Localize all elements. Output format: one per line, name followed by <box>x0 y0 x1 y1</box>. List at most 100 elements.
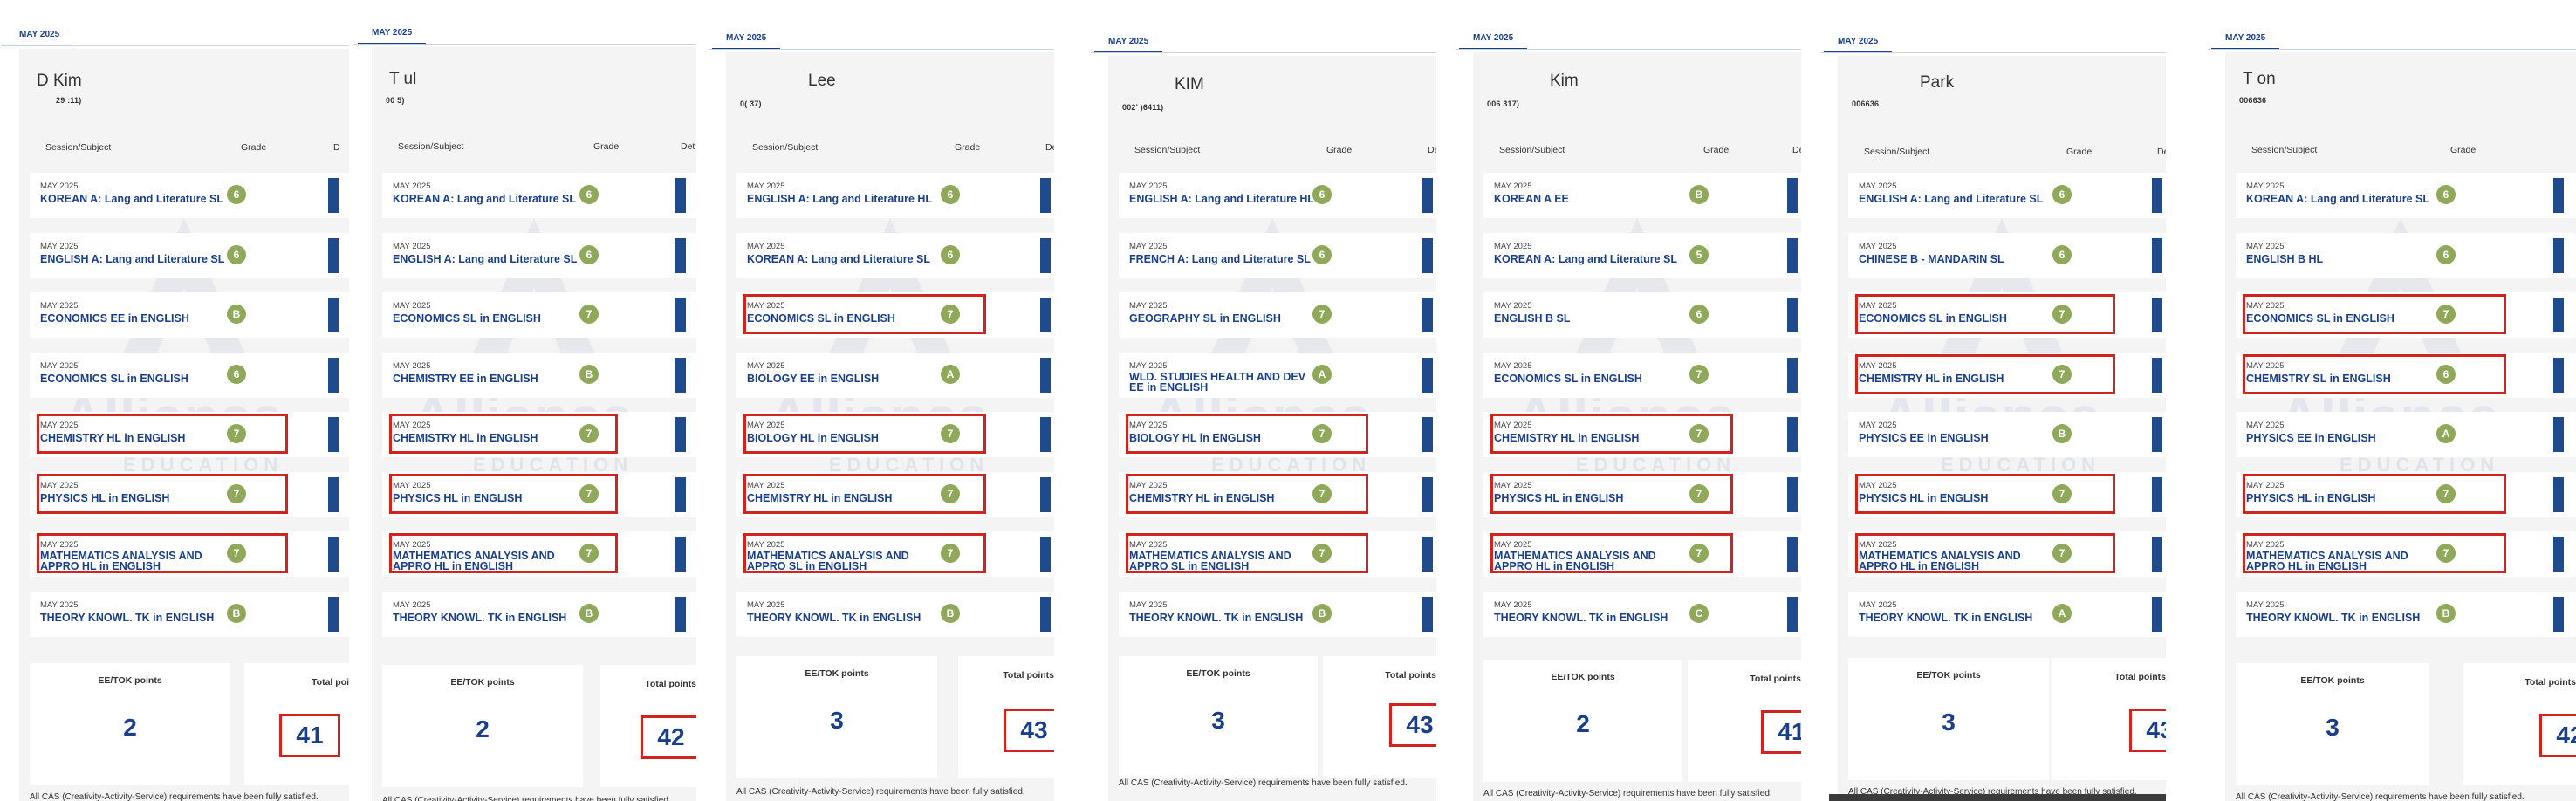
details-button[interactable] <box>675 178 686 213</box>
details-button[interactable] <box>328 298 339 332</box>
subject-row[interactable]: MAY 2025 ENGLISH A: Lang and Literature S… <box>1848 173 2166 218</box>
subject-row[interactable]: MAY 2025 KOREAN A: Lang and Literature SL… <box>736 232 1054 278</box>
subject-row[interactable]: MAY 2025 FRENCH A: Lang and Literature SL… <box>1119 232 1436 278</box>
subject-row[interactable]: MAY 2025 THEORY KNOWL. TK in ENGLISH B <box>382 591 696 637</box>
details-button[interactable] <box>2152 476 2162 512</box>
subject-row[interactable]: MAY 2025 BIOLOGY EE in ENGLISH A <box>736 352 1054 398</box>
details-button[interactable] <box>1422 237 1433 273</box>
details-button[interactable] <box>2553 237 2564 273</box>
details-button[interactable] <box>328 237 339 273</box>
details-button[interactable] <box>1422 417 1433 452</box>
details-button[interactable] <box>1787 417 1798 452</box>
details-button[interactable] <box>2152 537 2162 572</box>
details-button[interactable] <box>675 537 686 572</box>
details-button[interactable] <box>1787 596 1798 632</box>
details-button[interactable] <box>1040 417 1051 452</box>
session-tab[interactable]: MAY 2025 <box>1824 33 1893 53</box>
subject-row[interactable]: MAY 2025 KOREAN A: Lang and Literature SL… <box>30 173 349 218</box>
subject-row[interactable]: MAY 2025 ECONOMICS SL in ENGLISH 7 <box>1483 352 1801 398</box>
details-button[interactable] <box>675 357 686 393</box>
subject-row[interactable]: MAY 2025 GEOGRAPHY SL in ENGLISH 7 <box>1119 292 1436 338</box>
details-button[interactable] <box>1422 178 1433 213</box>
details-button[interactable] <box>2152 178 2162 213</box>
subject-row[interactable]: MAY 2025 WLD. STUDIES HEALTH AND DEV EE i… <box>1119 352 1436 398</box>
subject-row[interactable]: MAY 2025 ECONOMICS SL in ENGLISH 7 <box>382 292 696 338</box>
details-button[interactable] <box>328 537 339 572</box>
details-button[interactable] <box>1040 537 1051 572</box>
details-button[interactable] <box>2152 298 2162 332</box>
row-subject: THEORY KNOWL. TK in ENGLISH <box>1859 611 2033 624</box>
details-button[interactable] <box>2553 596 2564 632</box>
details-button[interactable] <box>1422 357 1433 393</box>
session-tab[interactable]: MAY 2025 <box>5 26 74 46</box>
subject-row[interactable]: MAY 2025 ENGLISH B HL 6 <box>2236 232 2576 278</box>
subject-row[interactable]: MAY 2025 THEORY KNOWL. TK in ENGLISH B <box>30 591 349 637</box>
details-button[interactable] <box>2152 596 2162 632</box>
details-button[interactable] <box>1040 298 1051 332</box>
details-button[interactable] <box>1422 537 1433 572</box>
details-button[interactable] <box>1787 357 1798 393</box>
details-button[interactable] <box>675 298 686 332</box>
details-button[interactable] <box>328 357 339 393</box>
subject-row[interactable]: MAY 2025 ENGLISH A: Lang and Literature S… <box>382 232 696 278</box>
details-button[interactable] <box>1787 298 1798 332</box>
details-button[interactable] <box>2553 357 2564 393</box>
details-button[interactable] <box>328 476 339 512</box>
subject-row[interactable]: MAY 2025 PHYSICS EE in ENGLISH A <box>2236 412 2576 457</box>
details-button[interactable] <box>1787 237 1798 273</box>
subject-row[interactable]: MAY 2025 ENGLISH A: Lang and Literature S… <box>30 232 349 278</box>
details-button[interactable] <box>675 596 686 632</box>
details-button[interactable] <box>2152 237 2162 273</box>
session-tab[interactable]: MAY 2025 <box>1094 33 1163 53</box>
details-button[interactable] <box>2553 298 2564 332</box>
details-button[interactable] <box>328 596 339 632</box>
subject-row[interactable]: MAY 2025 KOREAN A: Lang and Literature SL… <box>1483 232 1801 278</box>
details-button[interactable] <box>2553 476 2564 512</box>
details-button[interactable] <box>1422 596 1433 632</box>
details-button[interactable] <box>1787 178 1798 213</box>
details-button[interactable] <box>1040 357 1051 393</box>
subject-row[interactable]: MAY 2025 THEORY KNOWL. TK in ENGLISH C <box>1483 591 1801 637</box>
details-button[interactable] <box>1040 178 1051 213</box>
session-tab[interactable]: MAY 2025 <box>1459 30 1528 50</box>
details-button[interactable] <box>328 178 339 213</box>
subject-row[interactable]: MAY 2025 PHYSICS EE in ENGLISH B <box>1848 412 2166 457</box>
details-button[interactable] <box>1422 476 1433 512</box>
session-tab[interactable]: MAY 2025 <box>2211 30 2280 50</box>
details-button[interactable] <box>328 417 339 452</box>
subject-row[interactable]: MAY 2025 THEORY KNOWL. TK in ENGLISH A <box>1848 591 2166 637</box>
details-button[interactable] <box>675 417 686 452</box>
subject-row[interactable]: MAY 2025 KOREAN A EE B <box>1483 173 1801 218</box>
header-session-subject: Session/Subject <box>1864 147 1930 157</box>
subject-row[interactable]: MAY 2025 THEORY KNOWL. TK in ENGLISH B <box>2236 591 2576 637</box>
subject-row[interactable]: MAY 2025 ENGLISH A: Lang and Literature H… <box>1119 173 1436 218</box>
subject-row[interactable]: MAY 2025 CHEMISTRY EE in ENGLISH B <box>382 352 696 398</box>
highlight-box <box>743 414 986 454</box>
details-button[interactable] <box>1040 596 1051 632</box>
details-button[interactable] <box>2553 537 2564 572</box>
details-button[interactable] <box>1787 476 1798 512</box>
details-button[interactable] <box>2553 178 2564 213</box>
details-button[interactable] <box>1040 476 1051 512</box>
cas-statement: All CAS (Creativity-Activity-Service) re… <box>382 796 671 801</box>
details-button[interactable] <box>1787 537 1798 572</box>
subject-row[interactable]: MAY 2025 THEORY KNOWL. TK in ENGLISH B <box>736 591 1054 637</box>
subject-row[interactable]: MAY 2025 THEORY KNOWL. TK in ENGLISH B <box>1119 591 1436 637</box>
details-button[interactable] <box>1422 298 1433 332</box>
session-tab[interactable]: MAY 2025 <box>358 24 427 44</box>
subject-row[interactable]: MAY 2025 ECONOMICS EE in ENGLISH B <box>30 292 349 338</box>
details-button[interactable] <box>675 237 686 273</box>
student-report-panel: AllianceEDUCATIONMAY 2025KIM002' )6411)S… <box>1091 0 1436 801</box>
details-button[interactable] <box>2553 417 2564 452</box>
details-button[interactable] <box>2152 357 2162 393</box>
subject-row[interactable]: MAY 2025 CHINESE B - MANDARIN SL 6 <box>1848 232 2166 278</box>
subject-row[interactable]: MAY 2025 ENGLISH A: Lang and Literature H… <box>736 173 1054 218</box>
subject-row[interactable]: MAY 2025 ENGLISH B SL 6 <box>1483 292 1801 338</box>
details-button[interactable] <box>675 476 686 512</box>
details-button[interactable] <box>2152 417 2162 452</box>
subject-row[interactable]: MAY 2025 KOREAN A: Lang and Literature SL… <box>2236 173 2576 218</box>
session-tab[interactable]: MAY 2025 <box>712 30 781 50</box>
subject-row[interactable]: MAY 2025 KOREAN A: Lang and Literature SL… <box>382 173 696 218</box>
details-button[interactable] <box>1040 237 1051 273</box>
subject-row[interactable]: MAY 2025 ECONOMICS SL in ENGLISH 6 <box>30 352 349 398</box>
